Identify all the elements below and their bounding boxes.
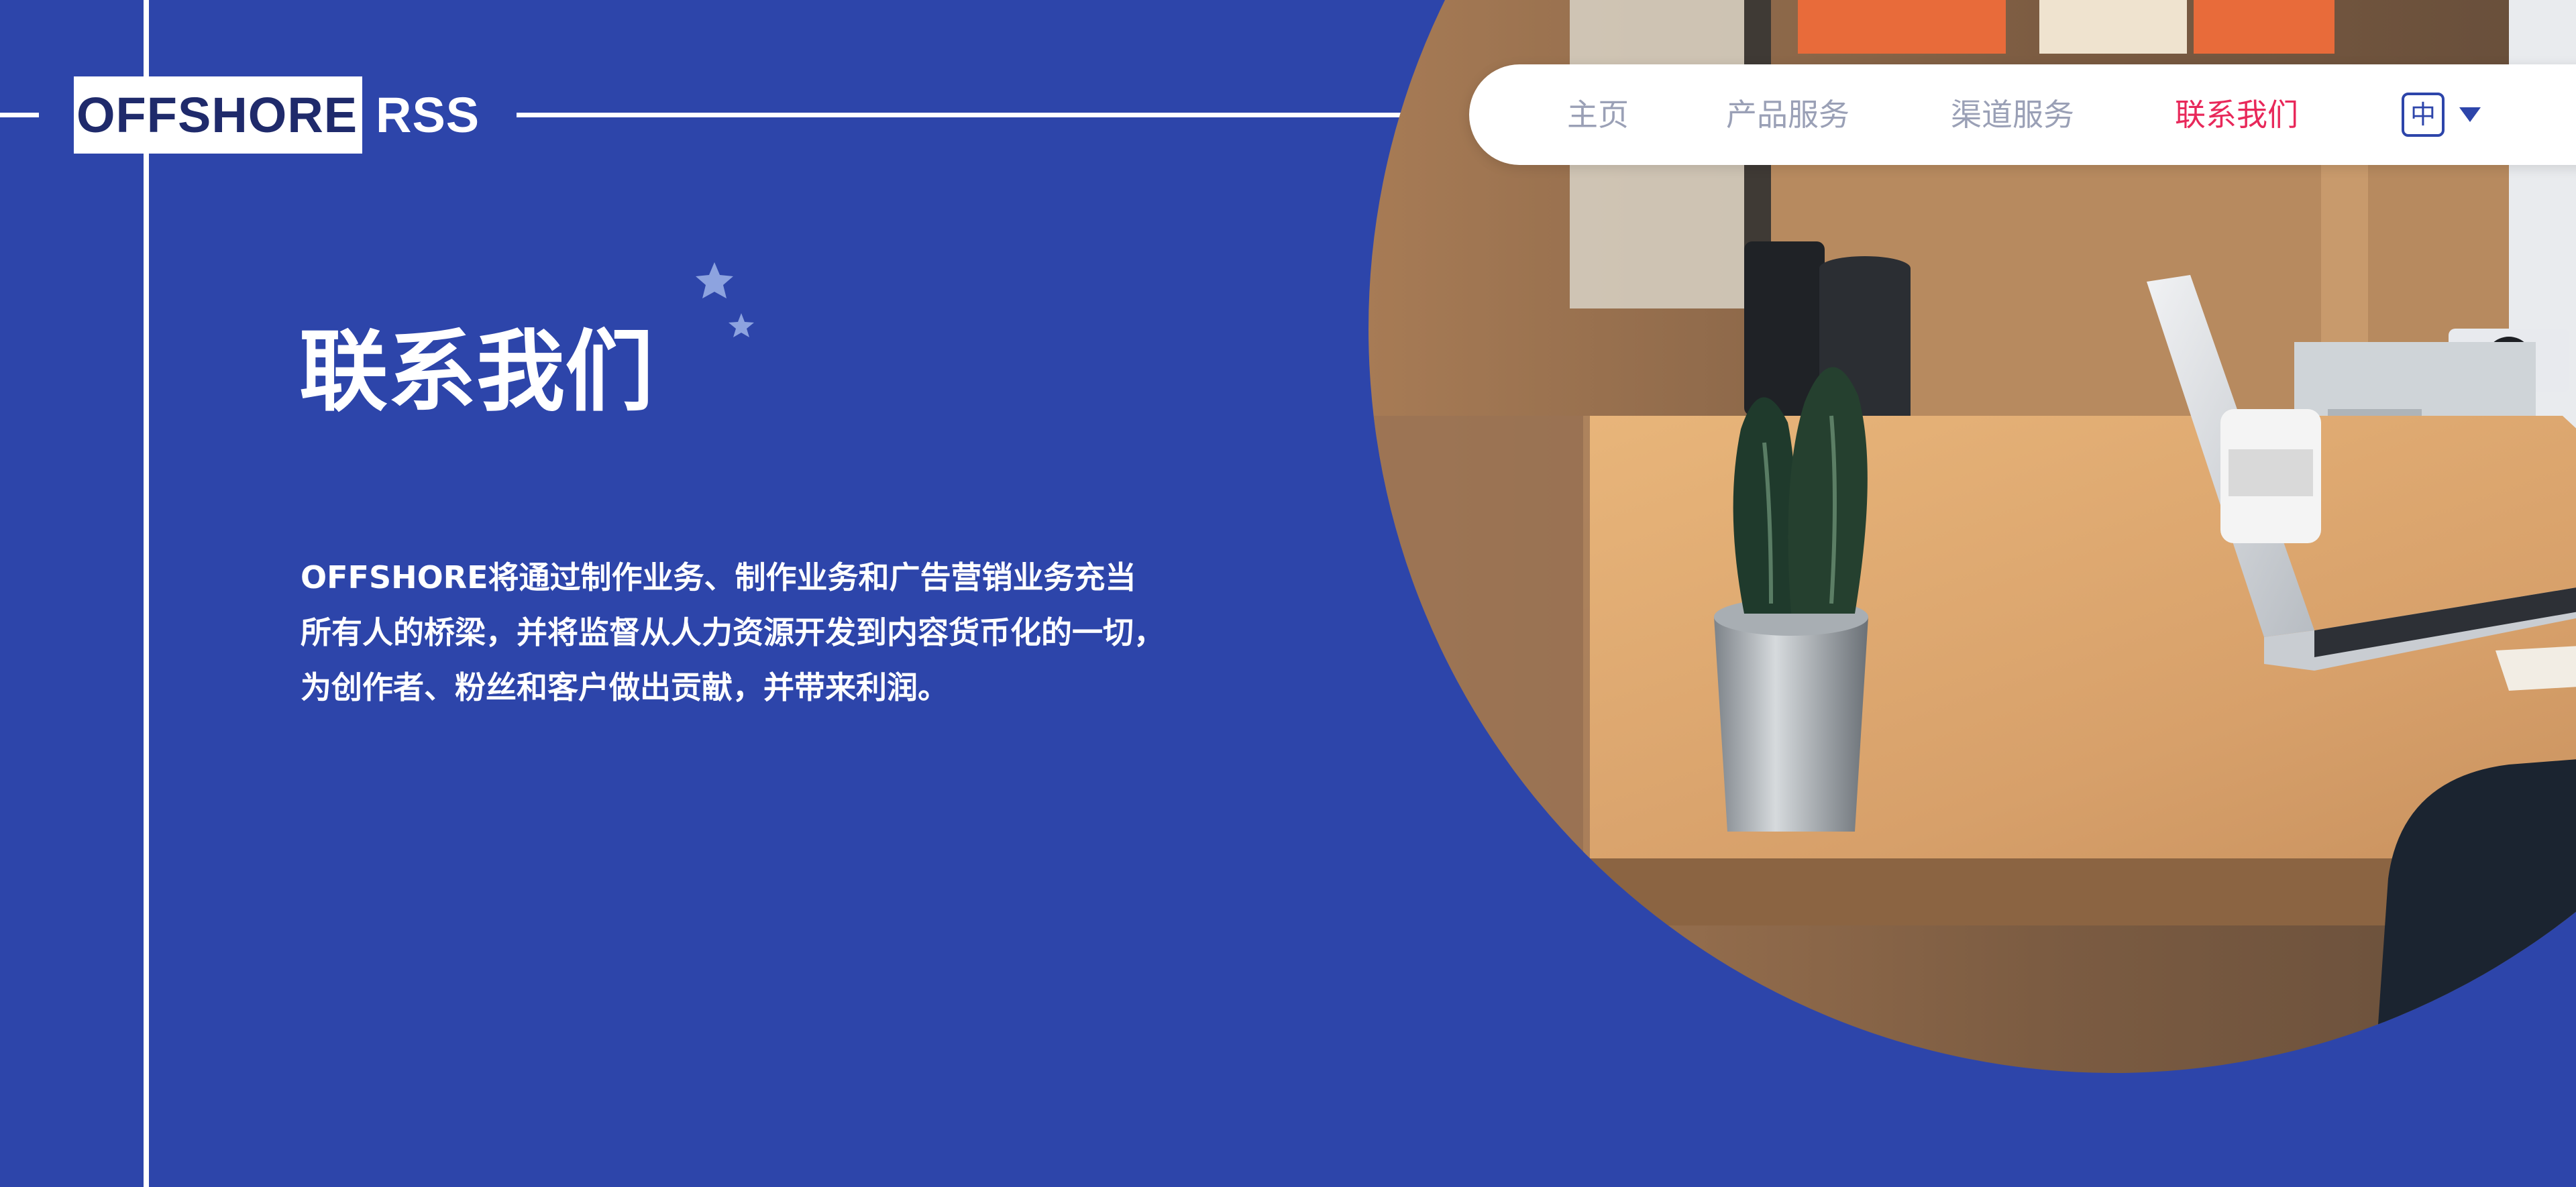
logo-boxed-text: OFFSHORE (74, 76, 362, 154)
decorative-horizontal-line (517, 113, 1476, 117)
language-current: 中 (2402, 93, 2445, 137)
site-logo[interactable]: OFFSHORE RSS (74, 76, 480, 154)
logo-rest-text: RSS (376, 87, 480, 143)
decorative-horizontal-line-left (0, 113, 39, 117)
nav-item-products[interactable]: 产品服务 (1726, 64, 1849, 165)
chevron-down-icon (2459, 107, 2481, 122)
page-title: 联系我们 (299, 321, 653, 424)
page: OFFSHORE RSS 主页 产品服务 渠道服务 联系我们 中 联系我们 OF… (0, 0, 2576, 1187)
page-description: OFFSHORE将通过制作业务、制作业务和广告营销业务充当所有人的桥梁，并将监督… (301, 559, 1165, 705)
stars-icon (696, 262, 754, 337)
decorative-vertical-line (144, 0, 149, 1187)
language-selector[interactable]: 中 (2402, 91, 2481, 138)
nav-item-channels[interactable]: 渠道服务 (1951, 64, 2074, 165)
nav-item-home[interactable]: 主页 (1567, 64, 1629, 165)
main-nav: 主页 产品服务 渠道服务 联系我们 中 (1469, 64, 2576, 165)
nav-item-contact[interactable]: 联系我们 (2175, 64, 2298, 165)
